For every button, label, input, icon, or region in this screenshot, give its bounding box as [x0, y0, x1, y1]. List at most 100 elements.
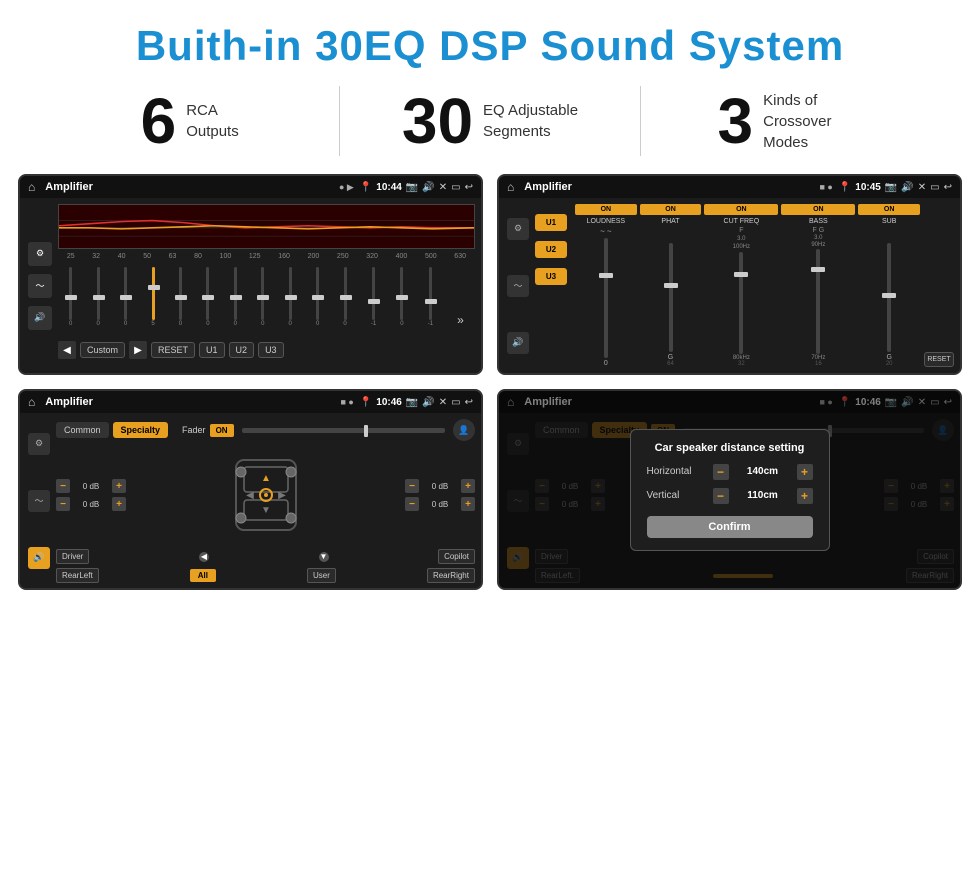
- eq-slider-8[interactable]: 0: [261, 267, 264, 327]
- all-btn[interactable]: All: [190, 569, 216, 582]
- eq-speaker-btn[interactable]: 🔊: [28, 306, 52, 330]
- fr-minus[interactable]: −: [405, 479, 419, 493]
- eq-slider-13[interactable]: 0: [400, 267, 403, 327]
- eq-filter-btn[interactable]: ⚙: [28, 242, 52, 266]
- driver-btn[interactable]: Driver: [56, 549, 89, 564]
- eq-slider-11[interactable]: 0: [343, 267, 346, 327]
- vertical-plus[interactable]: +: [797, 488, 813, 504]
- preset-u1[interactable]: U1: [535, 214, 567, 231]
- window-icon-3[interactable]: ▭: [451, 397, 460, 408]
- vertical-row: Vertical − 110cm +: [647, 488, 813, 504]
- filter-icon-3[interactable]: ⚙: [28, 433, 50, 455]
- horizontal-minus[interactable]: −: [713, 464, 729, 480]
- rl-minus[interactable]: −: [56, 497, 70, 511]
- dialog-title: Car speaker distance setting: [647, 442, 813, 454]
- rearright-btn[interactable]: RearRight: [427, 568, 475, 583]
- eq-more-btn[interactable]: »: [457, 313, 464, 327]
- app-name-3: Amplifier: [45, 396, 334, 408]
- fader-on-btn[interactable]: ON: [210, 424, 234, 437]
- fr-plus[interactable]: +: [461, 479, 475, 493]
- custom-btn[interactable]: Custom: [80, 342, 125, 358]
- eq-slider-4[interactable]: 5: [151, 267, 154, 327]
- close-icon-3[interactable]: ✕: [439, 397, 447, 408]
- stat-number-eq: 30: [402, 89, 473, 153]
- preset-u3[interactable]: U3: [535, 268, 567, 285]
- vertical-minus[interactable]: −: [713, 488, 729, 504]
- stat-desc-crossover: Kinds ofCrossover Modes: [763, 90, 863, 153]
- filter-icon-2[interactable]: ⚙: [507, 218, 529, 240]
- u2-btn[interactable]: U2: [229, 342, 255, 358]
- copilot-btn[interactable]: Copilot: [438, 549, 475, 564]
- fader-slider[interactable]: [242, 428, 445, 433]
- eq-slider-2[interactable]: 0: [96, 267, 99, 327]
- u1-btn[interactable]: U1: [199, 342, 225, 358]
- horizontal-plus[interactable]: +: [797, 464, 813, 480]
- loudness-toggle[interactable]: ON: [575, 204, 637, 215]
- user-btn[interactable]: User: [307, 568, 336, 583]
- eq-side-controls: ⚙ 〜 🔊: [26, 204, 54, 367]
- screen-fader: ⌂ Amplifier ■ ● 📍 10:46 📷 🔊 ✕ ▭ ↩ ⚙ 〜 🔊: [18, 389, 483, 590]
- rearleft-btn[interactable]: RearLeft: [56, 568, 99, 583]
- wave-icon-3[interactable]: 〜: [28, 490, 50, 512]
- loudness-slider[interactable]: [604, 238, 608, 358]
- cutfreq-toggle[interactable]: ON: [704, 204, 778, 215]
- vol-row-rr: − 0 dB +: [405, 497, 475, 511]
- fr-vol: 0 dB: [422, 482, 458, 491]
- screen-eq: ⌂ Amplifier ● ▶ 📍 10:44 📷 🔊 ✕ ▭ ↩ ⚙ 〜 🔊: [18, 174, 483, 375]
- bass-toggle[interactable]: ON: [781, 204, 855, 215]
- eq-slider-9[interactable]: 0: [289, 267, 292, 327]
- back-icon-1[interactable]: ↩: [465, 182, 473, 193]
- sub-slider[interactable]: [887, 243, 891, 352]
- reset-btn-1[interactable]: RESET: [151, 342, 195, 358]
- back-icon-3[interactable]: ↩: [465, 397, 473, 408]
- phat-slider[interactable]: [669, 243, 673, 352]
- fl-plus[interactable]: +: [112, 479, 126, 493]
- preset-u2[interactable]: U2: [535, 241, 567, 258]
- fl-minus[interactable]: −: [56, 479, 70, 493]
- rr-plus[interactable]: +: [461, 497, 475, 511]
- rr-minus[interactable]: −: [405, 497, 419, 511]
- back-icon-2[interactable]: ↩: [944, 182, 952, 193]
- down-arrow-3[interactable]: ▼: [319, 552, 329, 562]
- eq-slider-3[interactable]: 0: [124, 267, 127, 327]
- phat-toggle[interactable]: ON: [640, 204, 702, 215]
- eq-graph: [58, 204, 475, 249]
- status-bar-1: ⌂ Amplifier ● ▶ 📍 10:44 📷 🔊 ✕ ▭ ↩: [20, 176, 481, 198]
- tab-specialty-3[interactable]: Specialty: [113, 422, 169, 438]
- eq-slider-1[interactable]: 0: [69, 267, 72, 327]
- eq-slider-6[interactable]: 0: [206, 267, 209, 327]
- eq-slider-7[interactable]: 0: [234, 267, 237, 327]
- time-2: 10:45: [855, 182, 881, 193]
- sub-toggle[interactable]: ON: [858, 204, 920, 215]
- wave-icon-2[interactable]: 〜: [507, 275, 529, 297]
- home-icon-1[interactable]: ⌂: [28, 180, 35, 194]
- window-icon-2[interactable]: ▭: [930, 182, 939, 193]
- speaker-icon-3[interactable]: 🔊: [28, 547, 50, 569]
- reset-btn-2[interactable]: RESET: [924, 352, 954, 367]
- freq-25: 25: [67, 253, 75, 260]
- confirm-button[interactable]: Confirm: [647, 516, 813, 538]
- bass-slider[interactable]: [816, 249, 820, 354]
- speaker-icon-2[interactable]: 🔊: [507, 332, 529, 354]
- eq-slider-12[interactable]: -1: [371, 267, 376, 327]
- window-icon-1[interactable]: ▭: [451, 182, 460, 193]
- tab-common-3[interactable]: Common: [56, 422, 109, 438]
- home-icon-2[interactable]: ⌂: [507, 180, 514, 194]
- status-icons-3: 📍 10:46 📷 🔊 ✕ ▭ ↩: [360, 397, 473, 408]
- eq-slider-10[interactable]: 0: [316, 267, 319, 327]
- horizontal-label: Horizontal: [647, 466, 707, 477]
- close-icon-2[interactable]: ✕: [918, 182, 926, 193]
- left-arrow[interactable]: ◀: [199, 552, 209, 562]
- cutfreq-slider[interactable]: [739, 252, 743, 354]
- u3-btn[interactable]: U3: [258, 342, 284, 358]
- prev-btn[interactable]: ◀: [58, 341, 76, 359]
- home-icon-3[interactable]: ⌂: [28, 395, 35, 409]
- play-btn[interactable]: ▶: [129, 341, 147, 359]
- settings-icon-3[interactable]: 👤: [453, 419, 475, 441]
- eq-wave-btn[interactable]: 〜: [28, 274, 52, 298]
- eq-slider-14[interactable]: -1: [428, 267, 433, 327]
- rr-vol: 0 dB: [422, 500, 458, 509]
- close-icon-1[interactable]: ✕: [439, 182, 447, 193]
- eq-slider-5[interactable]: 0: [179, 267, 182, 327]
- rl-plus[interactable]: +: [112, 497, 126, 511]
